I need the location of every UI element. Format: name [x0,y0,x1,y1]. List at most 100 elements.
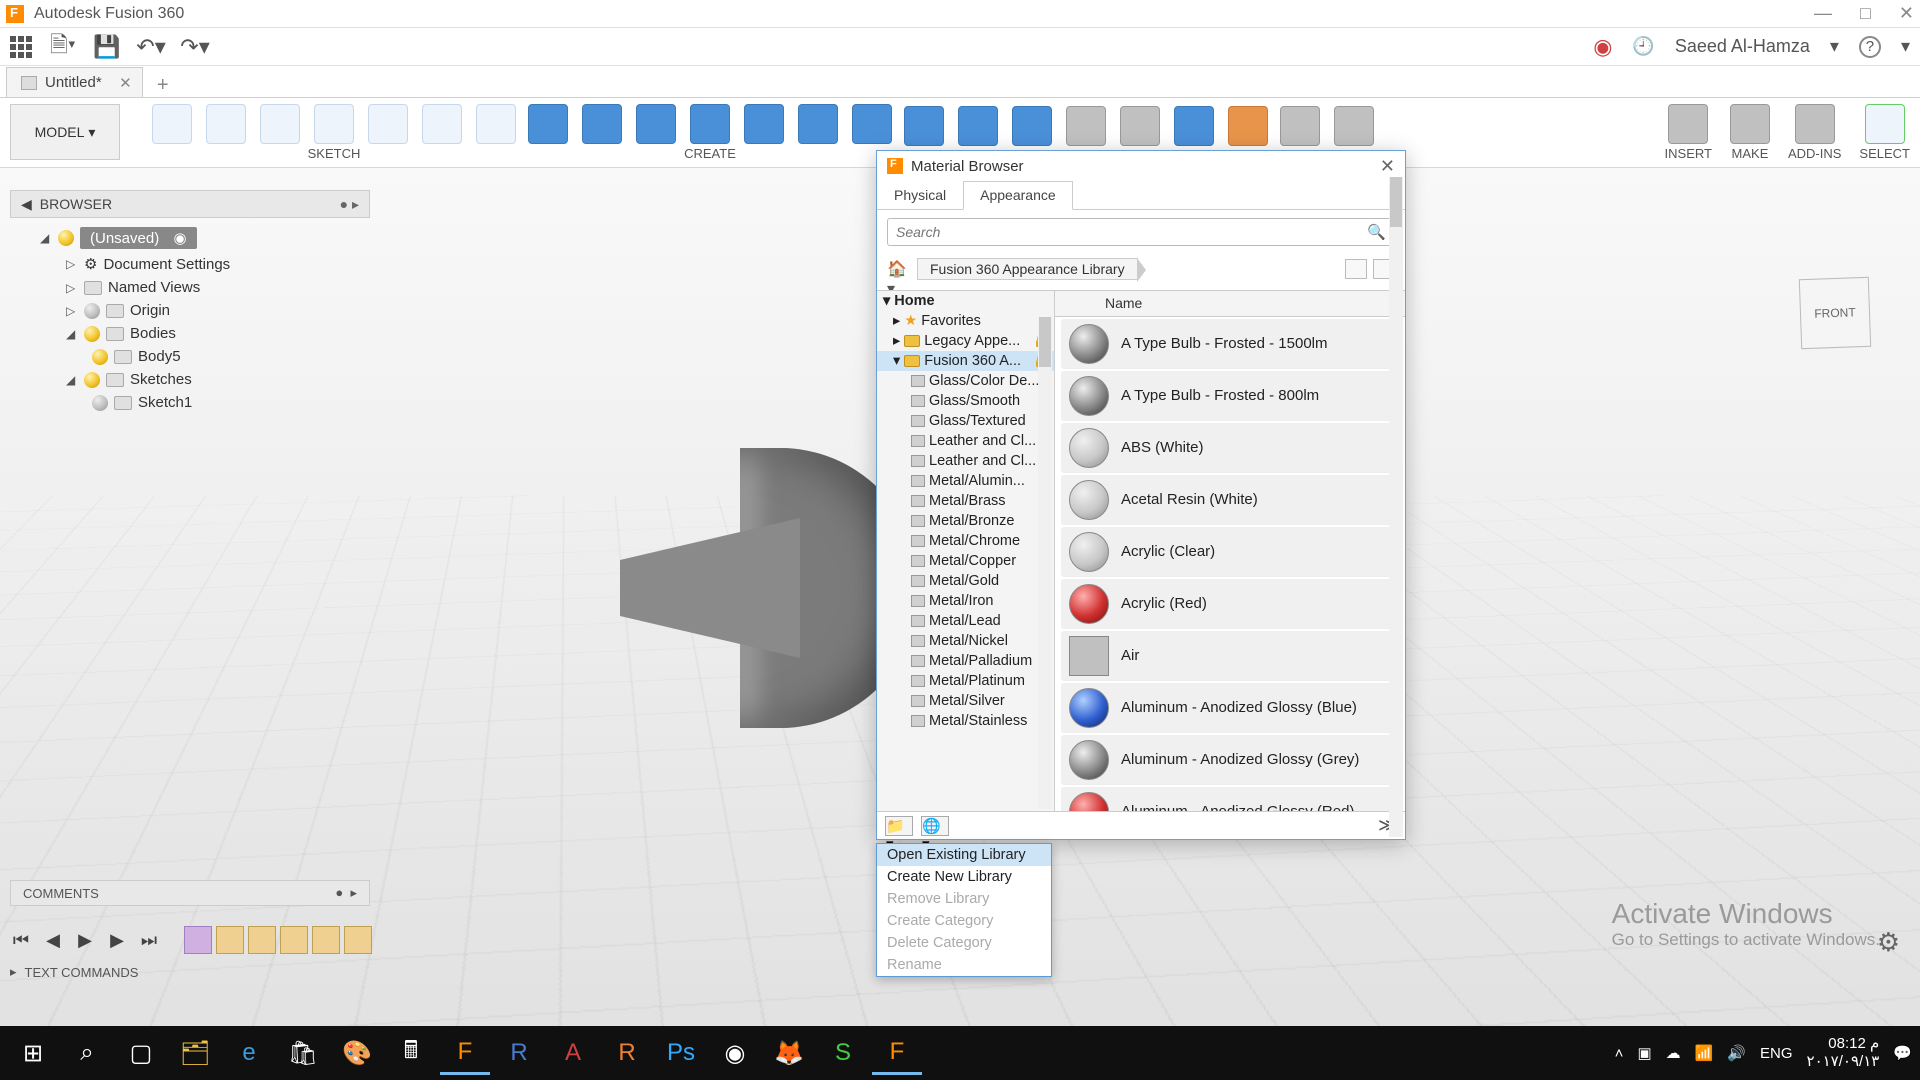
material-item[interactable]: ABS (White) [1061,423,1399,473]
library-menu-button[interactable]: 📁▾ [885,816,913,836]
scrollbar[interactable] [1038,317,1052,809]
fusion-icon[interactable]: F [440,1031,490,1075]
search-icon[interactable]: ⌕ [62,1031,112,1075]
recap-icon[interactable]: R [602,1031,652,1075]
lightbulb-icon[interactable] [84,303,100,319]
tree-item[interactable]: Sketch1 [10,391,370,414]
maximize-icon[interactable]: □ [1860,3,1871,24]
settings-gear-icon[interactable]: ⚙ [1877,927,1900,958]
tray-language[interactable]: ENG [1760,1045,1793,1062]
tree-category[interactable]: Metal/Lead [877,611,1054,631]
user-name[interactable]: Saeed Al-Hamza [1675,36,1810,57]
tree-item[interactable]: ▷Named Views [10,276,370,299]
lightbulb-icon[interactable] [84,326,100,342]
viewcube[interactable]: FRONT [1800,278,1890,368]
tree-category[interactable]: Glass/Textured [877,411,1054,431]
sketch-tool-icon[interactable] [314,104,354,144]
tree-category[interactable]: Metal/Gold [877,571,1054,591]
timeline-feature[interactable] [280,926,308,954]
tree-item[interactable]: ▷Origin [10,299,370,322]
revit-icon[interactable]: R [494,1031,544,1075]
tab-appearance[interactable]: Appearance [963,181,1073,210]
browser-header[interactable]: ◀BROWSER ● ▸ [10,190,370,218]
sketch-tool-icon[interactable] [476,104,516,144]
undo-icon[interactable]: ↶▾ [138,34,164,60]
minimize-icon[interactable]: — [1814,3,1832,24]
ribbon-group-label[interactable]: SKETCH [308,146,361,161]
tree-category[interactable]: Metal/Chrome [877,531,1054,551]
modify-tool-icon[interactable] [1174,106,1214,146]
timeline-first-icon[interactable]: ⏮ [10,929,32,951]
timeline-feature[interactable] [184,926,212,954]
addins-tool-icon[interactable] [1795,104,1835,144]
timeline-prev-icon[interactable]: ◀ [42,929,64,951]
timeline-last-icon[interactable]: ⏭ [138,929,160,951]
tree-category[interactable]: Glass/Smooth [877,391,1054,411]
sketch-tool-icon[interactable] [260,104,300,144]
create-tool-icon[interactable] [636,104,676,144]
search-input[interactable] [896,224,1367,240]
sketch-tool-icon[interactable] [422,104,462,144]
workspace-switcher[interactable]: MODEL ▾ [10,104,120,160]
scrollbar[interactable] [1389,291,1403,811]
timeline-next-icon[interactable]: ▶ [106,929,128,951]
modify-tool-icon[interactable] [1228,106,1268,146]
help-icon[interactable]: ? [1859,36,1881,58]
tree-category[interactable]: Metal/Stainless [877,711,1054,731]
tree-item[interactable]: ◢Sketches [10,368,370,391]
lightbulb-icon[interactable] [92,349,108,365]
insert-tool-icon[interactable] [1668,104,1708,144]
document-tab[interactable]: Untitled* ✕ [6,67,143,97]
tree-category[interactable]: Metal/Silver [877,691,1054,711]
material-item[interactable]: Aluminum - Anodized Glossy (Grey) [1061,735,1399,785]
menu-create-new-library[interactable]: Create New Library [877,866,1051,888]
file-icon[interactable]: 🗎▾ [50,34,76,60]
modify-tool-icon[interactable] [958,106,998,146]
material-item[interactable]: Acetal Resin (White) [1061,475,1399,525]
taskview-icon[interactable]: ▢ [116,1031,166,1075]
tree-root[interactable]: ◢ (Unsaved) ◉ [10,224,370,252]
material-item[interactable]: Acrylic (Red) [1061,579,1399,629]
sketch-tool-icon[interactable] [368,104,408,144]
breadcrumb-segment[interactable]: Fusion 360 Appearance Library [917,258,1138,280]
dialog-titlebar[interactable]: Material Browser ✕ [877,151,1405,181]
tree-category[interactable]: Leather and Cl... [877,451,1054,471]
save-icon[interactable]: 💾 [94,34,120,60]
material-item[interactable]: Aluminum - Anodized Glossy (Blue) [1061,683,1399,733]
tray-clock[interactable]: 08:12 م ٢٠١٧/٠٩/١٣ [1807,1035,1880,1071]
tree-category[interactable]: Glass/Color De... [877,371,1054,391]
photoshop-icon[interactable]: Ps [656,1031,706,1075]
text-commands-bar[interactable]: ▸TEXT COMMANDS [10,960,138,984]
tree-category[interactable]: Metal/Nickel [877,631,1054,651]
modify-tool-icon[interactable] [1012,106,1052,146]
tree-favorites[interactable]: ▸★Favorites [877,311,1054,331]
material-item[interactable]: Acrylic (Clear) [1061,527,1399,577]
modify-tool-icon[interactable] [904,106,944,146]
timeline-feature[interactable] [312,926,340,954]
sketch-tool-icon[interactable] [152,104,192,144]
ribbon-group-label[interactable]: CREATE [684,146,736,161]
lightbulb-icon[interactable] [92,395,108,411]
paint-icon[interactable]: 🎨 [332,1031,382,1075]
app-icon[interactable]: S [818,1031,868,1075]
modify-tool-icon[interactable] [1120,106,1160,146]
menu-open-existing-library[interactable]: Open Existing Library [877,844,1051,866]
create-tool-icon[interactable] [798,104,838,144]
tray-app-icon[interactable]: ▣ [1637,1044,1651,1062]
timeline-feature[interactable] [216,926,244,954]
tray-network-icon[interactable]: 📶 [1695,1044,1714,1062]
timeline-play-icon[interactable]: ▶ [74,929,96,951]
select-tool-icon[interactable] [1865,104,1905,144]
firefox-icon[interactable]: 🦊 [764,1031,814,1075]
material-item[interactable]: A Type Bulb - Frosted - 800lm [1061,371,1399,421]
timeline-feature[interactable] [344,926,372,954]
library-action-button[interactable]: 🌐▾ [921,816,949,836]
store-icon[interactable]: 🛍 [278,1031,328,1075]
data-panel-icon[interactable] [10,36,32,58]
close-tab-icon[interactable]: ✕ [119,74,132,92]
tree-item[interactable]: ◢Bodies [10,322,370,345]
tree-home[interactable]: ▾Home [877,291,1054,311]
tree-category[interactable]: Metal/Iron [877,591,1054,611]
autocad-icon[interactable]: A [548,1031,598,1075]
record-icon[interactable]: ◉ [1593,34,1612,60]
